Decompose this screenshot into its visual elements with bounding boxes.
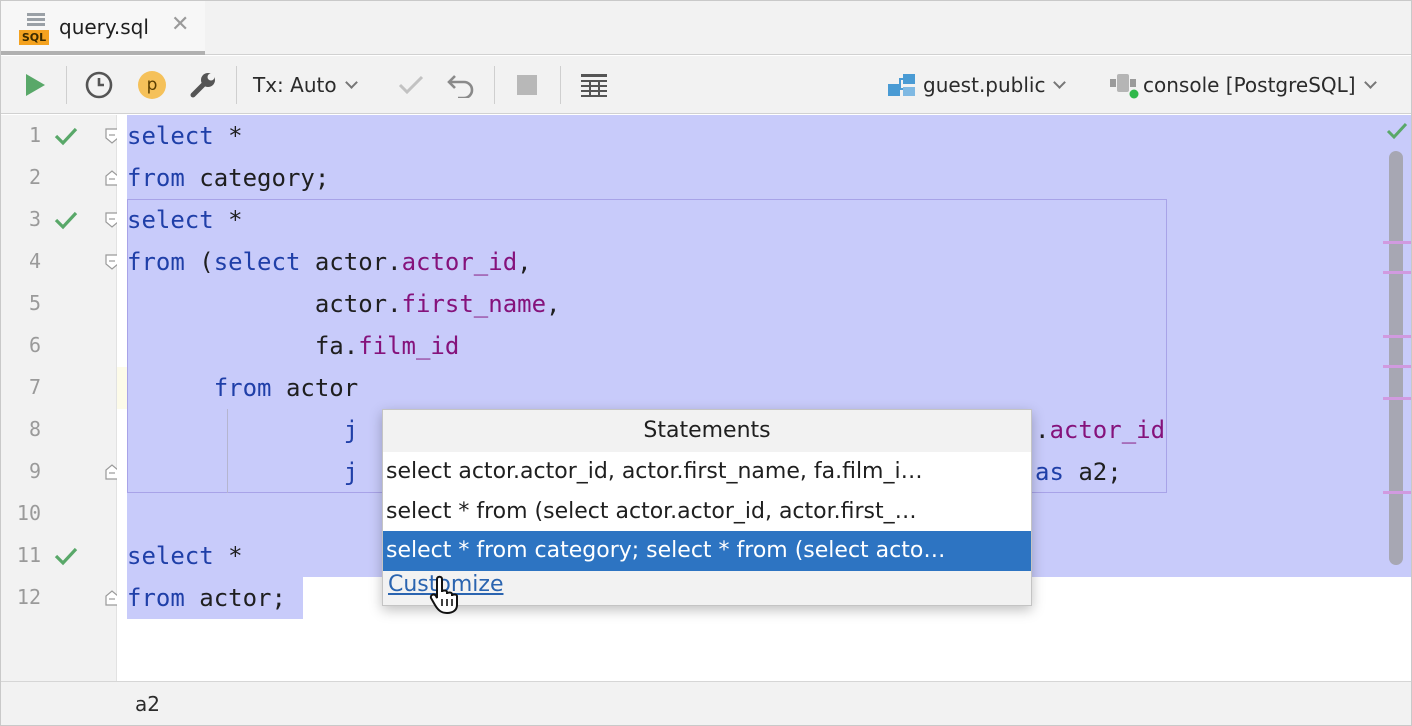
error-stripe-marker[interactable] <box>1383 365 1411 368</box>
hand-pointer-cursor-icon <box>429 575 458 615</box>
error-stripe-marker[interactable] <box>1383 397 1411 400</box>
error-stripe-marker[interactable] <box>1383 271 1411 274</box>
code-line: j <box>343 416 359 444</box>
code-line-9-tail: as a2; <box>1035 458 1122 486</box>
line-number: 7 <box>28 375 41 399</box>
tab-query-sql[interactable]: SQL query.sql ✕ <box>1 1 205 55</box>
sql-file-icon-label: SQL <box>19 30 49 45</box>
statement-option-selected[interactable]: select * from category; select * from (s… <box>383 531 1031 571</box>
code-line: select * <box>127 206 243 234</box>
error-stripe-marker[interactable] <box>1383 491 1411 494</box>
console-datasource-icon <box>1110 74 1139 99</box>
line-number: 1 <box>28 123 41 147</box>
statement-option[interactable]: select * from (select actor.actor_id, ac… <box>383 492 1031 532</box>
status-bar: a2 <box>1 681 1411 725</box>
line-number: 4 <box>28 249 41 273</box>
line-number: 9 <box>28 459 41 483</box>
output-layout-button[interactable] <box>574 56 614 114</box>
code-line: actor.first_name, <box>127 290 561 318</box>
code-line-8-tail: .actor_id <box>1035 416 1166 444</box>
inspection-ok-icon <box>1386 122 1408 140</box>
editor-gutter: 1 2 3 4 5 6 7 8 9 10 11 12 <box>1 115 119 681</box>
clock-icon <box>85 71 113 99</box>
chevron-down-icon <box>344 75 358 89</box>
statement-success-check-icon <box>54 547 78 566</box>
code-line: select * <box>127 122 243 150</box>
line-number: 6 <box>28 333 41 357</box>
vertical-scrollbar[interactable] <box>1389 151 1403 565</box>
schema-label: guest.public <box>923 73 1046 97</box>
profiler-icon: p <box>138 71 166 99</box>
close-tab-icon[interactable]: ✕ <box>171 13 189 37</box>
line-number: 10 <box>16 501 41 525</box>
line-number: 2 <box>28 165 41 189</box>
code-line: from actor <box>213 374 359 402</box>
console-selector[interactable]: console [PostgreSQL] <box>1107 56 1407 114</box>
undo-icon <box>447 75 474 98</box>
error-stripe-marker[interactable] <box>1383 241 1411 244</box>
code-line: from (select actor.actor_id, <box>127 248 532 276</box>
code-line: from actor; <box>127 584 286 612</box>
schema-selector[interactable]: guest.public <box>887 56 1087 114</box>
ide-window: SQL query.sql ✕ p Tx: Auto guest.public … <box>0 0 1412 726</box>
editor-tab-bar: SQL query.sql ✕ <box>1 1 1411 55</box>
code-line: from category; <box>127 164 330 192</box>
editor-toolbar: p Tx: Auto guest.public console [Postgre… <box>1 56 1411 114</box>
line-number: 8 <box>28 417 41 441</box>
tab-title: query.sql <box>59 15 149 39</box>
table-icon <box>581 74 607 97</box>
breadcrumb[interactable]: a2 <box>135 692 160 716</box>
statements-popup: Statements select actor.actor_id, actor.… <box>382 409 1032 606</box>
statement-success-check-icon <box>54 211 78 230</box>
check-icon <box>398 75 424 95</box>
stop-icon <box>517 75 537 95</box>
line-number: 5 <box>28 291 41 315</box>
schema-icon <box>888 74 915 96</box>
execute-button[interactable] <box>15 56 55 114</box>
profiler-button[interactable]: p <box>132 56 172 114</box>
transaction-mode-dropdown[interactable]: Tx: Auto <box>253 56 375 114</box>
line-number: 12 <box>16 585 41 609</box>
popup-title: Statements <box>643 418 771 443</box>
statement-option[interactable]: select actor.actor_id, actor.first_name,… <box>383 452 1031 492</box>
caret-line-highlight <box>117 367 127 409</box>
console-label: console [PostgreSQL] <box>1143 73 1356 97</box>
statement-success-check-icon <box>54 127 78 146</box>
history-button[interactable] <box>79 56 119 114</box>
rollback-button[interactable] <box>441 56 481 114</box>
line-number: 3 <box>28 207 41 231</box>
transaction-mode-label: Tx: Auto <box>253 73 337 97</box>
chevron-down-icon <box>1053 75 1067 89</box>
wrench-icon <box>190 73 215 98</box>
stop-button[interactable] <box>507 56 547 114</box>
sql-file-icon: SQL <box>19 13 49 45</box>
code-line: fa.film_id <box>127 332 460 360</box>
line-number: 11 <box>16 543 41 567</box>
chevron-down-icon <box>1363 75 1377 89</box>
commit-button[interactable] <box>391 56 431 114</box>
code-line: j <box>343 458 359 486</box>
error-stripe-marker[interactable] <box>1383 335 1411 338</box>
settings-button[interactable] <box>183 56 223 114</box>
run-icon <box>26 74 45 96</box>
code-line: select * <box>127 542 243 570</box>
